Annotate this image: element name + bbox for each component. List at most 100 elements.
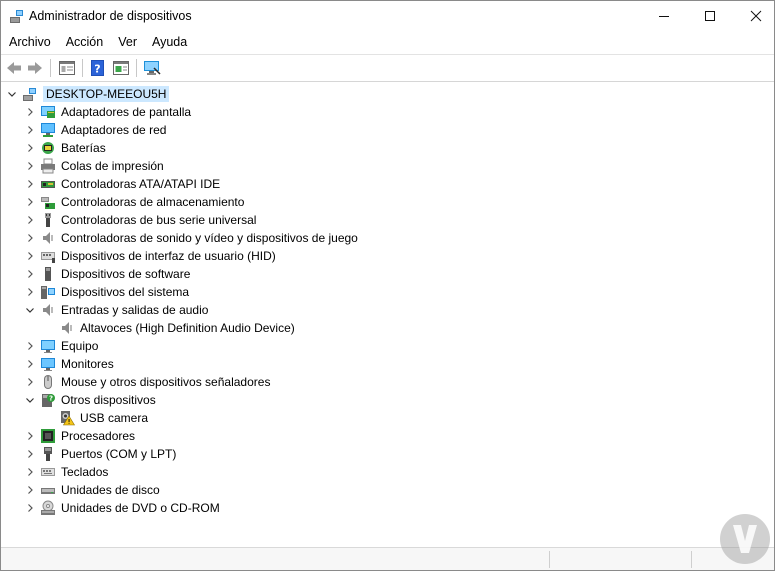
svg-text:?: ? — [94, 63, 100, 76]
tree-item-label: Adaptadores de red — [61, 123, 167, 137]
chevron-right-icon[interactable] — [25, 211, 35, 229]
dvd-drive-icon — [41, 500, 55, 515]
scan-hardware-icon[interactable] — [143, 59, 161, 77]
tree-item-colas-impresion[interactable]: Colas de impresión — [25, 157, 164, 175]
chevron-right-icon[interactable] — [25, 499, 35, 517]
toolbar-separator — [82, 59, 83, 77]
chevron-right-icon[interactable] — [25, 139, 35, 157]
tree-item-monitores[interactable]: Monitores — [25, 355, 114, 373]
tree-item-baterias[interactable]: Baterías — [25, 139, 106, 157]
display-adapter-icon — [41, 106, 55, 118]
tree-item-mouse[interactable]: Mouse y otros dispositivos señaladores — [25, 373, 270, 391]
chevron-right-icon[interactable] — [25, 121, 35, 139]
speaker-icon — [43, 232, 53, 244]
tree-item-puertos[interactable]: Puertos (COM y LPT) — [25, 445, 176, 463]
device-manager-window: Administrador de dispositivos Archivo Ac… — [0, 0, 775, 571]
minimize-button[interactable] — [641, 1, 687, 31]
tree-item-unidades-disco[interactable]: Unidades de disco — [25, 481, 160, 499]
tree-item-dispositivos-software[interactable]: Dispositivos de software — [25, 265, 190, 283]
chevron-right-icon[interactable] — [25, 445, 35, 463]
chevron-right-icon[interactable] — [25, 193, 35, 211]
chevron-right-icon[interactable] — [25, 157, 35, 175]
tree-item-controladoras-sonido[interactable]: Controladoras de sonido y vídeo y dispos… — [25, 229, 358, 247]
properties-view-icon[interactable] — [58, 59, 76, 77]
toolbar-separator — [136, 59, 137, 77]
tree-item-unidades-dvd[interactable]: Unidades de DVD o CD-ROM — [25, 499, 220, 517]
menu-ayuda[interactable]: Ayuda — [144, 31, 194, 53]
device-tree: DESKTOP-MEEOU5H Adaptadores de pantalla … — [1, 83, 774, 545]
tree-item-otros-dispositivos[interactable]: ? Otros dispositivos — [25, 391, 156, 409]
tree-item-entradas-salidas-audio[interactable]: Entradas y salidas de audio — [25, 301, 208, 319]
chevron-right-icon[interactable] — [25, 229, 35, 247]
tree-item-controladoras-almacenamiento[interactable]: Controladoras de almacenamiento — [25, 193, 244, 211]
forward-arrow-icon[interactable] — [26, 59, 44, 77]
tree-item-label: Adaptadores de pantalla — [61, 105, 192, 119]
tree-item-procesadores[interactable]: Procesadores — [25, 427, 135, 445]
show-hidden-icon[interactable] — [112, 59, 130, 77]
tree-item-label: USB camera — [80, 411, 149, 425]
chevron-right-icon[interactable] — [25, 283, 35, 301]
chevron-right-icon[interactable] — [25, 247, 35, 265]
tree-item-adaptadores-red[interactable]: Adaptadores de red — [25, 121, 166, 139]
chevron-right-icon[interactable] — [25, 427, 35, 445]
close-button[interactable] — [733, 1, 774, 31]
tree-item-label: Altavoces (High Definition Audio Device) — [80, 321, 295, 335]
tree-item-usb-camera[interactable]: USB camera — [59, 409, 148, 427]
battery-icon — [42, 142, 54, 154]
chevron-right-icon[interactable] — [25, 103, 35, 121]
chevron-right-icon[interactable] — [25, 463, 35, 481]
chevron-down-icon[interactable] — [7, 85, 17, 103]
chevron-right-icon[interactable] — [25, 175, 35, 193]
processor-icon — [41, 429, 55, 443]
tree-item-altavoces[interactable]: Altavoces (High Definition Audio Device) — [59, 319, 295, 337]
watermark-logo-icon — [720, 514, 770, 564]
tree-item-label: Controladoras de sonido y vídeo y dispos… — [61, 231, 358, 245]
monitor-icon — [41, 358, 55, 371]
tree-item-label: Controladoras de bus serie universal — [61, 213, 257, 227]
back-arrow-icon[interactable] — [5, 59, 23, 77]
chevron-right-icon[interactable] — [25, 373, 35, 391]
help-icon[interactable]: ? — [89, 59, 107, 77]
status-bar — [1, 547, 774, 570]
system-device-icon — [41, 286, 55, 299]
menu-accion[interactable]: Acción — [58, 31, 111, 53]
tree-root[interactable]: DESKTOP-MEEOU5H — [7, 85, 170, 103]
chevron-right-icon[interactable] — [25, 337, 35, 355]
svg-text:?: ? — [49, 395, 53, 403]
chevron-right-icon[interactable] — [25, 355, 35, 373]
title-bar: Administrador de dispositivos — [1, 1, 774, 31]
tree-item-dispositivos-hid[interactable]: Dispositivos de interfaz de usuario (HID… — [25, 247, 276, 265]
chevron-right-icon[interactable] — [25, 481, 35, 499]
tree-item-label: Equipo — [61, 339, 99, 353]
menu-ver[interactable]: Ver — [110, 31, 144, 53]
chevron-down-icon[interactable] — [25, 301, 35, 319]
menu-archivo[interactable]: Archivo — [1, 31, 58, 53]
chevron-right-icon[interactable] — [25, 265, 35, 283]
toolbar: ? — [1, 54, 774, 82]
network-adapter-icon — [41, 123, 55, 137]
computer-icon — [23, 88, 36, 101]
tree-item-equipo[interactable]: Equipo — [25, 337, 98, 355]
tree-item-label: Teclados — [61, 465, 109, 479]
device-manager-icon — [10, 10, 23, 23]
mouse-icon — [44, 375, 52, 389]
tree-item-controladoras-usb[interactable]: Controladoras de bus serie universal — [25, 211, 256, 229]
chevron-down-icon[interactable] — [25, 391, 35, 409]
tree-item-teclados[interactable]: Teclados — [25, 463, 108, 481]
tree-item-label: Dispositivos del sistema — [61, 285, 190, 299]
tree-root-label: DESKTOP-MEEOU5H — [43, 86, 170, 102]
tree-item-label: Mouse y otros dispositivos señaladores — [61, 375, 271, 389]
tree-item-label: Monitores — [61, 357, 114, 371]
usb-icon — [45, 213, 51, 227]
audio-speaker-icon — [43, 304, 53, 316]
tree-item-label: Unidades de disco — [61, 483, 160, 497]
ide-controller-icon — [41, 181, 55, 188]
warning-device-icon — [61, 411, 75, 426]
minimize-icon — [659, 16, 669, 17]
tree-item-dispositivos-sistema[interactable]: Dispositivos del sistema — [25, 283, 189, 301]
close-icon — [750, 10, 762, 22]
tree-item-label: Entradas y salidas de audio — [61, 303, 209, 317]
maximize-button[interactable] — [687, 1, 733, 31]
tree-item-adaptadores-pantalla[interactable]: Adaptadores de pantalla — [25, 103, 191, 121]
tree-item-controladoras-ata[interactable]: Controladoras ATA/ATAPI IDE — [25, 175, 220, 193]
